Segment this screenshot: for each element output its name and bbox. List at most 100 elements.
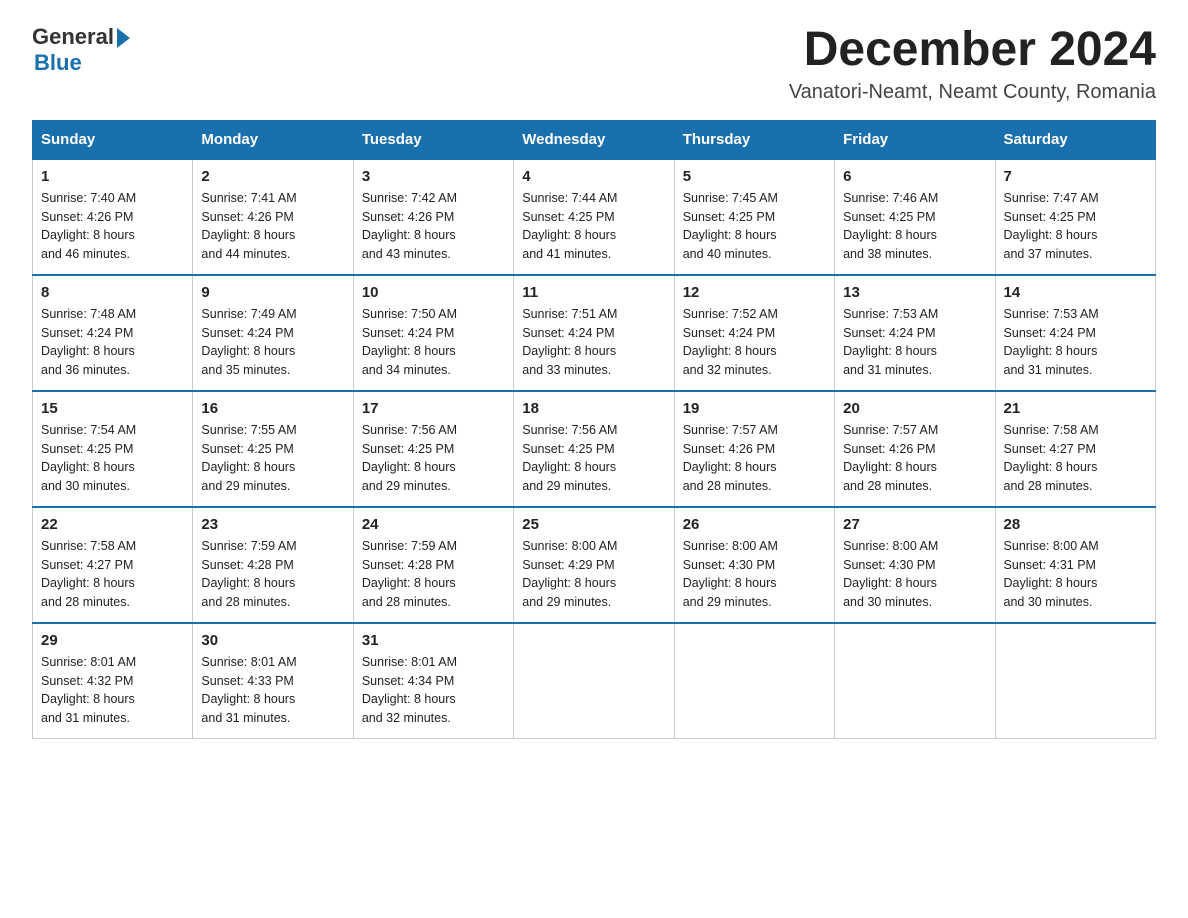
day-number: 21 [1004,400,1147,417]
calendar-cell: 31 Sunrise: 8:01 AM Sunset: 4:34 PM Dayli… [353,623,513,739]
day-number: 17 [362,400,505,417]
calendar-cell: 21 Sunrise: 7:58 AM Sunset: 4:27 PM Dayli… [995,391,1155,507]
calendar-cell: 18 Sunrise: 7:56 AM Sunset: 4:25 PM Dayli… [514,391,674,507]
day-info: Sunrise: 7:53 AM Sunset: 4:24 PM Dayligh… [1004,305,1147,380]
calendar-cell: 1Sunrise: 7:40 AM Sunset: 4:26 PM Daylig… [33,159,193,275]
day-of-week-header: Wednesday [514,120,674,159]
day-number: 2 [201,168,344,185]
calendar-cell [995,623,1155,739]
day-number: 27 [843,516,986,533]
day-number: 31 [362,632,505,649]
day-number: 8 [41,284,184,301]
day-info: Sunrise: 7:48 AM Sunset: 4:24 PM Dayligh… [41,305,184,380]
calendar-cell [835,623,995,739]
calendar-cell [514,623,674,739]
day-info: Sunrise: 7:45 AM Sunset: 4:25 PM Dayligh… [683,189,826,264]
logo: General Blue [32,24,130,76]
logo-blue-text: Blue [34,50,82,76]
calendar-week-row: 8 Sunrise: 7:48 AM Sunset: 4:24 PM Daylig… [33,275,1156,391]
title-block: December 2024 Vanatori-Neamt, Neamt Coun… [789,24,1156,104]
day-number: 19 [683,400,826,417]
logo-arrow-icon [117,28,130,48]
day-info: Sunrise: 8:01 AM Sunset: 4:33 PM Dayligh… [201,653,344,728]
day-number: 6 [843,168,986,185]
day-info: Sunrise: 7:56 AM Sunset: 4:25 PM Dayligh… [522,421,665,496]
day-number: 23 [201,516,344,533]
page-header: General Blue December 2024 Vanatori-Neam… [32,24,1156,104]
page-subtitle: Vanatori-Neamt, Neamt County, Romania [789,81,1156,104]
day-info: Sunrise: 7:55 AM Sunset: 4:25 PM Dayligh… [201,421,344,496]
calendar-cell: 25Sunrise: 8:00 AM Sunset: 4:29 PM Dayli… [514,507,674,623]
day-number: 12 [683,284,826,301]
day-info: Sunrise: 7:57 AM Sunset: 4:26 PM Dayligh… [843,421,986,496]
calendar-cell: 4Sunrise: 7:44 AM Sunset: 4:25 PM Daylig… [514,159,674,275]
page-title: December 2024 [789,24,1156,77]
day-of-week-header: Saturday [995,120,1155,159]
day-info: Sunrise: 8:00 AM Sunset: 4:31 PM Dayligh… [1004,537,1147,612]
day-info: Sunrise: 8:00 AM Sunset: 4:30 PM Dayligh… [843,537,986,612]
calendar-cell: 5 Sunrise: 7:45 AM Sunset: 4:25 PM Daylig… [674,159,834,275]
day-number: 9 [201,284,344,301]
day-number: 13 [843,284,986,301]
day-info: Sunrise: 7:46 AM Sunset: 4:25 PM Dayligh… [843,189,986,264]
logo-general-text: General [32,24,114,50]
calendar-cell: 28 Sunrise: 8:00 AM Sunset: 4:31 PM Dayli… [995,507,1155,623]
day-number: 3 [362,168,505,185]
day-of-week-header: Friday [835,120,995,159]
calendar-cell: 15Sunrise: 7:54 AM Sunset: 4:25 PM Dayli… [33,391,193,507]
calendar-cell: 12 Sunrise: 7:52 AM Sunset: 4:24 PM Dayli… [674,275,834,391]
calendar-cell: 17 Sunrise: 7:56 AM Sunset: 4:25 PM Dayli… [353,391,513,507]
calendar-cell: 22Sunrise: 7:58 AM Sunset: 4:27 PM Dayli… [33,507,193,623]
day-number: 22 [41,516,184,533]
day-number: 18 [522,400,665,417]
day-number: 28 [1004,516,1147,533]
calendar-cell: 6 Sunrise: 7:46 AM Sunset: 4:25 PM Daylig… [835,159,995,275]
day-number: 10 [362,284,505,301]
calendar-cell: 3 Sunrise: 7:42 AM Sunset: 4:26 PM Daylig… [353,159,513,275]
day-info: Sunrise: 8:00 AM Sunset: 4:29 PM Dayligh… [522,537,665,612]
calendar-cell: 2Sunrise: 7:41 AM Sunset: 4:26 PM Daylig… [193,159,353,275]
day-number: 14 [1004,284,1147,301]
calendar-cell: 14 Sunrise: 7:53 AM Sunset: 4:24 PM Dayli… [995,275,1155,391]
day-info: Sunrise: 7:47 AM Sunset: 4:25 PM Dayligh… [1004,189,1147,264]
day-info: Sunrise: 7:56 AM Sunset: 4:25 PM Dayligh… [362,421,505,496]
calendar-cell: 7 Sunrise: 7:47 AM Sunset: 4:25 PM Daylig… [995,159,1155,275]
day-number: 1 [41,168,184,185]
day-number: 15 [41,400,184,417]
day-info: Sunrise: 8:00 AM Sunset: 4:30 PM Dayligh… [683,537,826,612]
calendar-cell [674,623,834,739]
day-info: Sunrise: 8:01 AM Sunset: 4:32 PM Dayligh… [41,653,184,728]
calendar-cell: 29 Sunrise: 8:01 AM Sunset: 4:32 PM Dayli… [33,623,193,739]
calendar-cell: 24Sunrise: 7:59 AM Sunset: 4:28 PM Dayli… [353,507,513,623]
day-info: Sunrise: 7:58 AM Sunset: 4:27 PM Dayligh… [1004,421,1147,496]
day-of-week-header: Thursday [674,120,834,159]
day-info: Sunrise: 7:42 AM Sunset: 4:26 PM Dayligh… [362,189,505,264]
day-info: Sunrise: 7:49 AM Sunset: 4:24 PM Dayligh… [201,305,344,380]
day-number: 29 [41,632,184,649]
day-info: Sunrise: 7:53 AM Sunset: 4:24 PM Dayligh… [843,305,986,380]
day-of-week-header: Monday [193,120,353,159]
calendar-cell: 16 Sunrise: 7:55 AM Sunset: 4:25 PM Dayli… [193,391,353,507]
calendar-cell: 11Sunrise: 7:51 AM Sunset: 4:24 PM Dayli… [514,275,674,391]
day-number: 5 [683,168,826,185]
day-info: Sunrise: 7:57 AM Sunset: 4:26 PM Dayligh… [683,421,826,496]
calendar-cell: 27 Sunrise: 8:00 AM Sunset: 4:30 PM Dayli… [835,507,995,623]
day-of-week-header: Sunday [33,120,193,159]
day-number: 16 [201,400,344,417]
calendar-cell: 9 Sunrise: 7:49 AM Sunset: 4:24 PM Daylig… [193,275,353,391]
day-number: 26 [683,516,826,533]
calendar-body: 1Sunrise: 7:40 AM Sunset: 4:26 PM Daylig… [33,159,1156,739]
calendar-week-row: 22Sunrise: 7:58 AM Sunset: 4:27 PM Dayli… [33,507,1156,623]
calendar-week-row: 29 Sunrise: 8:01 AM Sunset: 4:32 PM Dayli… [33,623,1156,739]
day-info: Sunrise: 7:59 AM Sunset: 4:28 PM Dayligh… [201,537,344,612]
day-of-week-header: Tuesday [353,120,513,159]
calendar-cell: 30Sunrise: 8:01 AM Sunset: 4:33 PM Dayli… [193,623,353,739]
calendar-cell: 13 Sunrise: 7:53 AM Sunset: 4:24 PM Dayli… [835,275,995,391]
day-info: Sunrise: 7:50 AM Sunset: 4:24 PM Dayligh… [362,305,505,380]
calendar-cell: 20Sunrise: 7:57 AM Sunset: 4:26 PM Dayli… [835,391,995,507]
day-number: 7 [1004,168,1147,185]
day-info: Sunrise: 7:52 AM Sunset: 4:24 PM Dayligh… [683,305,826,380]
day-number: 4 [522,168,665,185]
day-info: Sunrise: 8:01 AM Sunset: 4:34 PM Dayligh… [362,653,505,728]
calendar-cell: 23 Sunrise: 7:59 AM Sunset: 4:28 PM Dayli… [193,507,353,623]
